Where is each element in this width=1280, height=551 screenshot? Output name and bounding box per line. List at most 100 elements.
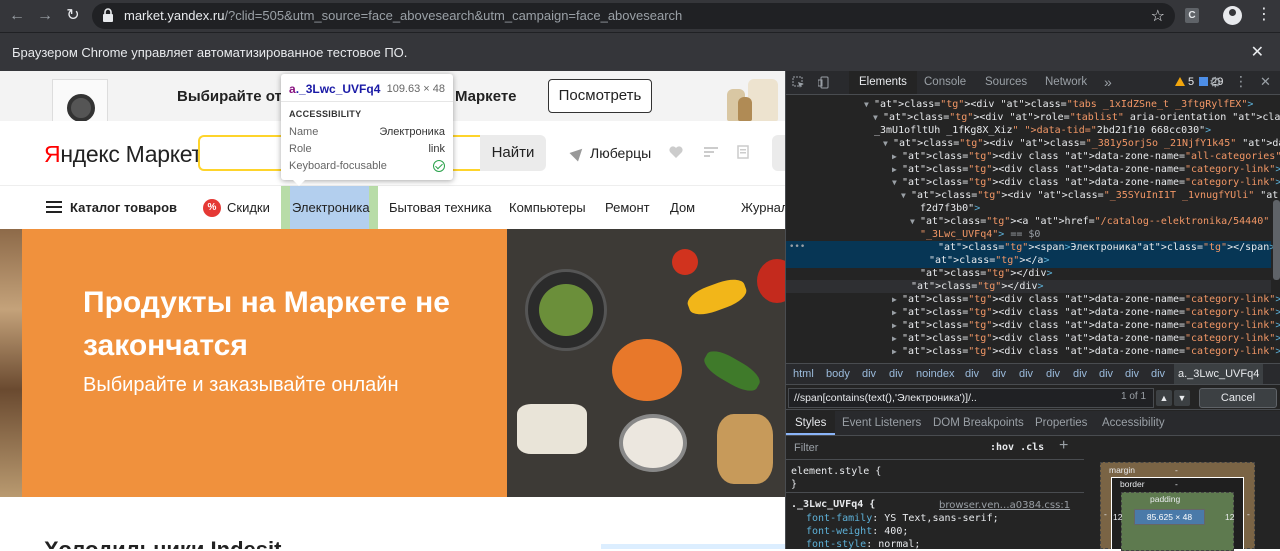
box-model-content[interactable]: 85.625 × 48 (1134, 509, 1205, 525)
breadcrumb-item[interactable]: div (1151, 368, 1165, 380)
new-rule-icon[interactable]: + (1059, 437, 1068, 455)
orders-icon[interactable] (735, 145, 751, 159)
dom-node-line[interactable]: ▶ "at">class="tg"><div class "at">data-zo… (786, 306, 1280, 319)
settings-gear-icon[interactable]: ⚙ (1209, 74, 1222, 91)
breadcrumb-item[interactable]: div (1019, 368, 1033, 380)
collapse-triangle-icon[interactable]: ▶ (892, 150, 897, 163)
extension-icon[interactable]: C (1185, 8, 1199, 23)
dom-node-line[interactable]: ▼ "at">class="tg"><div class "at">data-zo… (786, 176, 1280, 189)
dom-node-line[interactable]: f2d7f3b0"> (786, 202, 1271, 215)
breadcrumb-item[interactable]: div (1099, 368, 1113, 380)
hero-banner[interactable]: Продукты на Маркете не закончатся Выбира… (0, 229, 785, 497)
cart-button[interactable] (772, 135, 785, 171)
more-menu-icon[interactable]: ⋮ (1256, 6, 1272, 24)
breadcrumb-item[interactable]: a._3Lwc_UVFq4 (1174, 364, 1264, 384)
dom-node-line[interactable]: ▶ "at">class="tg"><div class "at">data-zo… (786, 163, 1280, 176)
tab-console[interactable]: Console (924, 71, 966, 94)
dom-tree[interactable]: ••• ▼ "at">class="tg"><div "at">class="ta… (786, 95, 1280, 363)
styles-filter-input[interactable]: Filter (794, 442, 818, 454)
dom-node-line[interactable]: ▼ "at">class="tg"><div "at">class="_381y5… (786, 137, 1280, 150)
dom-node-line[interactable]: ▶ "at">class="tg"><div class "at">data-zo… (786, 150, 1280, 163)
breadcrumb-item[interactable]: div (889, 368, 903, 380)
breadcrumb-item[interactable]: div (992, 368, 1006, 380)
dom-scrollbar[interactable] (1273, 200, 1280, 280)
tab-dom-breakpoints[interactable]: DOM Breakpoints (933, 411, 1024, 435)
chevron-up-icon[interactable]: ▲ (1156, 390, 1172, 406)
devtools-close-icon[interactable]: ✕ (1260, 74, 1271, 90)
yandex-market-logo[interactable]: Яндекс Маркет (44, 141, 202, 168)
dom-node-line[interactable]: ▶ "at">class="tg"><div class "at">data-zo… (786, 345, 1280, 358)
collapse-triangle-icon[interactable]: ▶ (892, 345, 897, 358)
breadcrumb-item[interactable]: div (1046, 368, 1060, 380)
dom-node-line[interactable]: ▼ "at">class="tg"><div "at">class="tabs _… (786, 98, 1271, 111)
breadcrumb-item[interactable]: html (793, 368, 814, 380)
dom-node-line[interactable]: "_3Lwc_UVFq4"> == $0 (786, 228, 1271, 241)
dom-node-line[interactable]: _3mU1ofltUh _1fKg8X_Xiz" ">data-tid="2bd… (786, 124, 1271, 137)
breadcrumb-item[interactable]: body (826, 368, 850, 380)
box-model-padding[interactable]: padding - 12 12 85.625 × 48 (1113, 492, 1234, 551)
nav-link-home[interactable]: Дом (670, 186, 695, 230)
expand-triangle-icon[interactable]: ▼ (873, 111, 878, 124)
collapse-triangle-icon[interactable]: ▶ (892, 163, 897, 176)
breadcrumb-item[interactable]: noindex (916, 368, 955, 380)
search-button[interactable]: Найти (480, 135, 546, 171)
tab-sources[interactable]: Sources (985, 71, 1027, 94)
cancel-search-button[interactable]: Cancel (1199, 388, 1277, 408)
rule-selector[interactable]: ._3Lwc_UVFq4 { (791, 499, 875, 510)
collapse-triangle-icon[interactable]: ▶ (892, 319, 897, 332)
box-model-border[interactable]: border - padding - 12 12 85.625 × 48 (1111, 477, 1244, 551)
box-model-margin[interactable]: margin - - - border - padding - 12 12 85… (1100, 462, 1255, 551)
dom-node-line[interactable]: "at">class="tg"></div> (786, 280, 1271, 293)
tab-event-listeners[interactable]: Event Listeners (842, 411, 921, 435)
compare-icon[interactable] (703, 145, 719, 159)
collapse-triangle-icon[interactable]: ▶ (892, 332, 897, 345)
forward-arrow-icon[interactable]: → (34, 5, 56, 27)
breadcrumb-item[interactable]: div (1073, 368, 1087, 380)
dom-node-line[interactable]: "at">class="tg"></div> (786, 267, 1271, 280)
expand-triangle-icon[interactable]: ▼ (864, 98, 869, 111)
breadcrumb-item[interactable]: div (965, 368, 979, 380)
dom-node-line[interactable]: "at">class="tg"></a> (786, 254, 1271, 267)
nav-link-discounts[interactable]: Скидки (227, 186, 270, 230)
tab-styles[interactable]: Styles (786, 411, 836, 435)
catalog-button[interactable]: Каталог товаров (46, 186, 177, 230)
nav-link-appliances[interactable]: Бытовая техника (389, 186, 491, 230)
chevron-down-icon[interactable]: ▼ (1174, 390, 1190, 406)
dom-node-line[interactable]: "at">class="tg"><span>Электроника"at">cl… (786, 241, 1275, 254)
device-toolbar-icon[interactable] (818, 76, 831, 89)
tab-properties[interactable]: Properties (1035, 411, 1087, 435)
dom-node-line[interactable]: ▼ "at">class="tg"><div "at">role="tablist… (786, 111, 1280, 124)
tab-network[interactable]: Network (1045, 71, 1087, 94)
collapse-triangle-icon[interactable]: ▶ (892, 293, 897, 306)
back-arrow-icon[interactable]: ← (6, 5, 28, 27)
css-property[interactable]: font-style: normal; (806, 539, 920, 549)
hov-cls-toggles[interactable]: :hov .cls (990, 442, 1044, 453)
tab-accessibility[interactable]: Accessibility (1102, 411, 1165, 435)
address-bar[interactable]: market.yandex.ru/?clid=505&utm_source=fa… (92, 3, 1175, 29)
nav-link-repair[interactable]: Ремонт (605, 186, 650, 230)
reload-icon[interactable]: ↻ (62, 5, 84, 27)
nav-link-computers[interactable]: Компьютеры (509, 186, 586, 230)
nav-link-electronics[interactable]: Электроника (292, 186, 370, 230)
dom-node-line[interactable]: ▶ "at">class="tg"><div class "at">data-zo… (786, 293, 1280, 306)
bookmark-star-icon[interactable]: ☆ (1151, 6, 1165, 26)
more-tabs-icon[interactable]: » (1104, 71, 1112, 94)
profile-avatar-icon[interactable] (1223, 6, 1242, 25)
inspect-element-icon[interactable] (792, 76, 805, 89)
dom-node-line[interactable]: ▼ "at">class="tg"><a "at">href="/catalog-… (786, 215, 1280, 228)
expand-triangle-icon[interactable]: ▼ (910, 215, 915, 228)
location-selector[interactable]: Люберцы (569, 144, 651, 162)
expand-triangle-icon[interactable]: ▼ (892, 176, 897, 189)
breadcrumb-item[interactable]: div (862, 368, 876, 380)
rule-source-link[interactable]: browser.ven…a0384.css:1 (939, 500, 1070, 511)
expand-triangle-icon[interactable]: ▼ (883, 137, 888, 150)
devtools-menu-icon[interactable]: ⋮ (1234, 73, 1248, 90)
css-property[interactable]: font-weight: 400; (806, 526, 908, 537)
collapse-triangle-icon[interactable]: ▶ (892, 306, 897, 319)
css-property[interactable]: font-family: YS Text,sans-serif; (806, 513, 999, 524)
dom-node-line[interactable]: ▶ "at">class="tg"><div class "at">data-zo… (786, 319, 1280, 332)
expand-triangle-icon[interactable]: ▼ (901, 189, 906, 202)
nav-link-journal[interactable]: Журнал (741, 186, 785, 230)
xpath-search-input[interactable]: //span[contains(text(),'Электроника')]/.… (788, 388, 1154, 408)
heart-icon[interactable] (668, 145, 684, 159)
